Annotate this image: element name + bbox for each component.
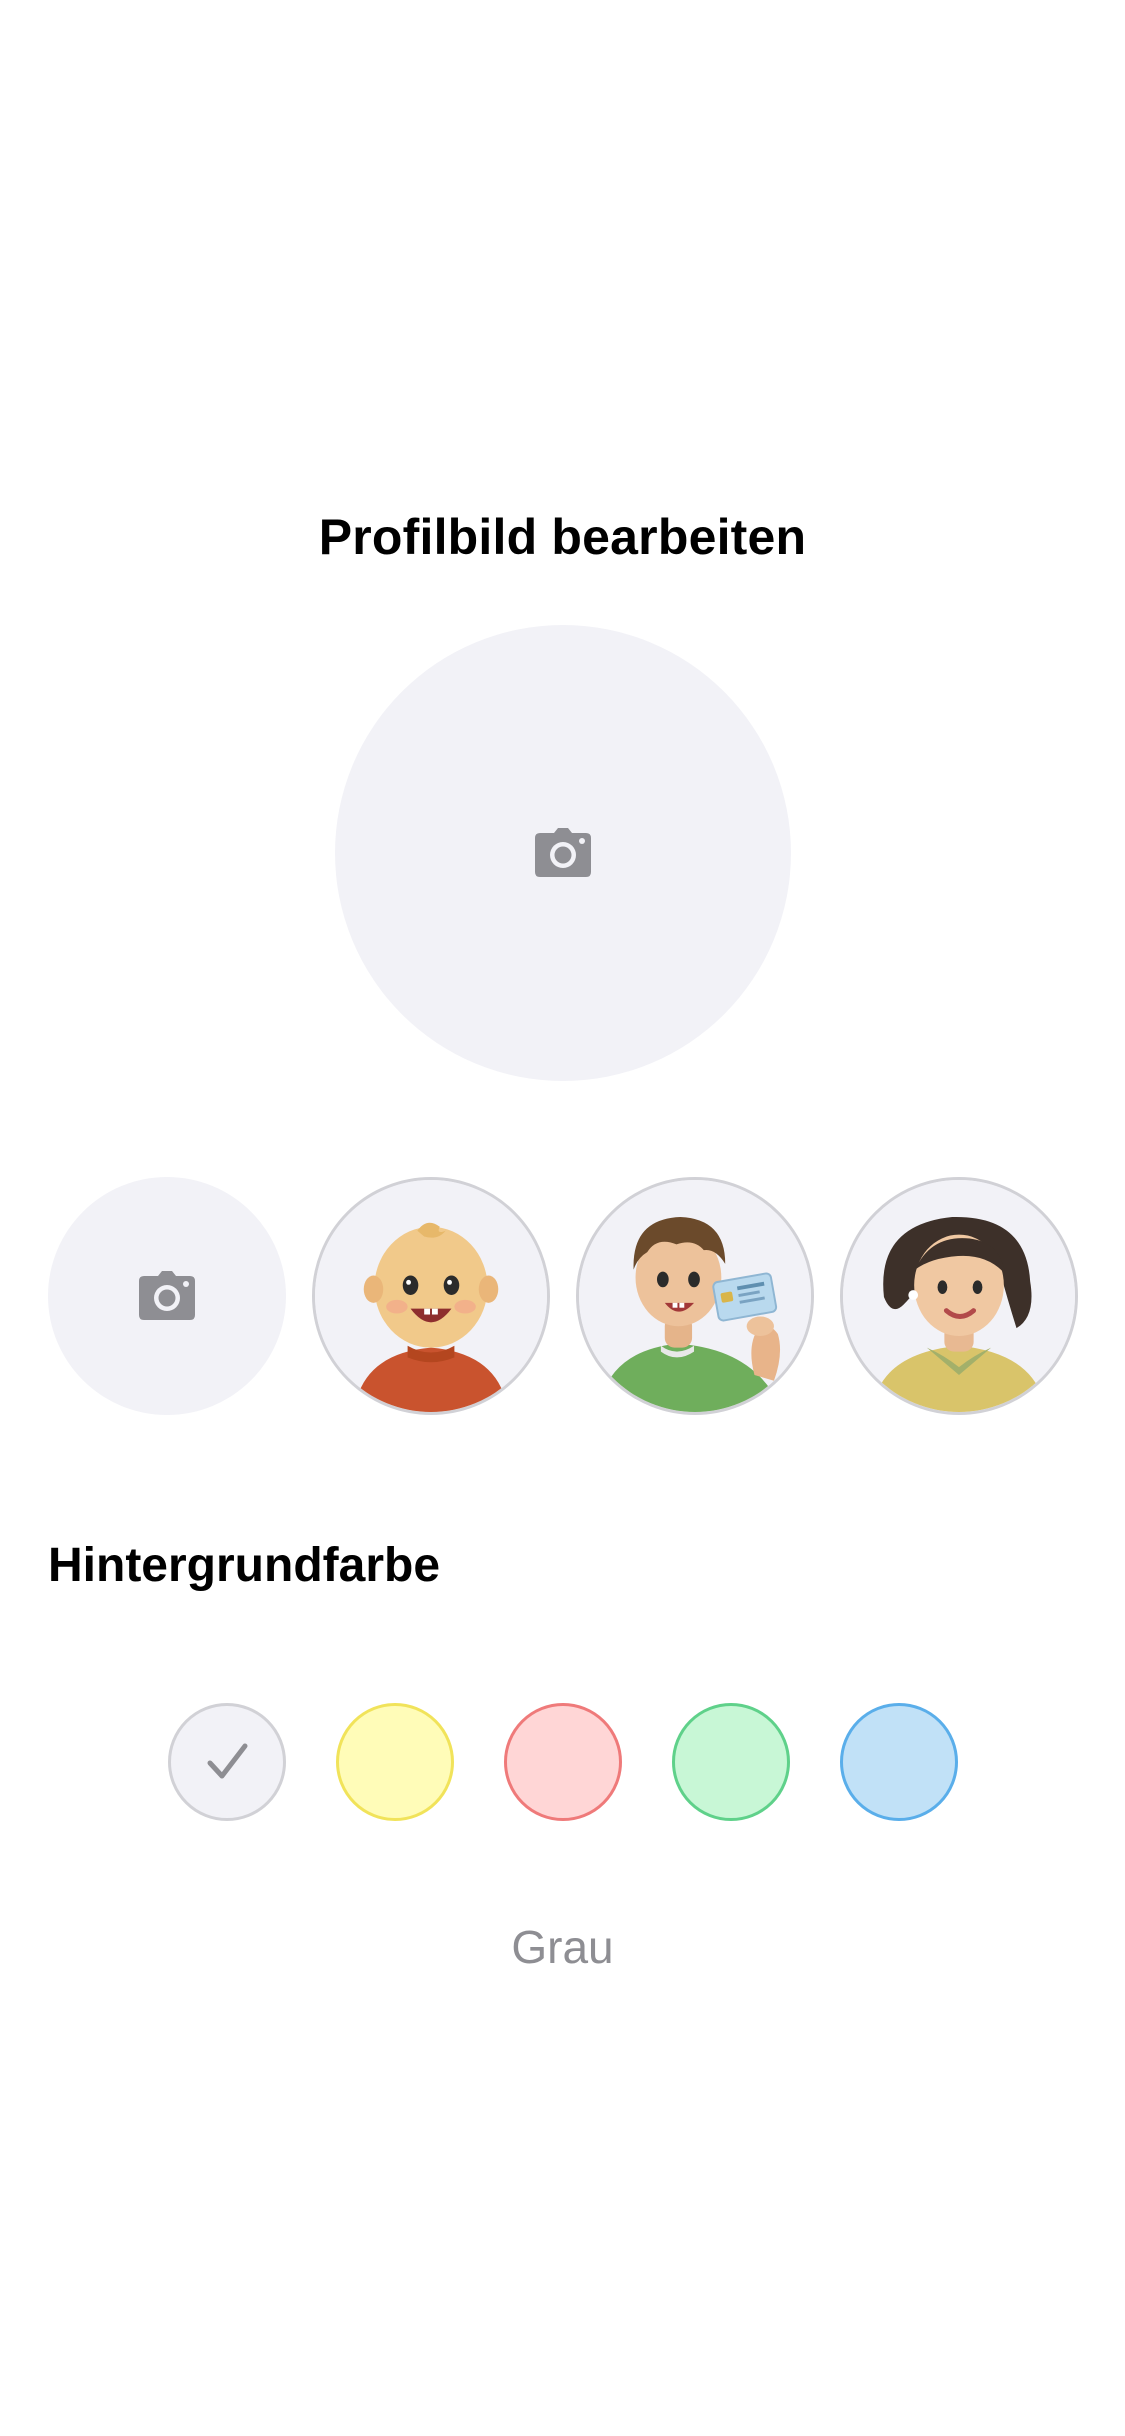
checkmark-icon — [207, 1743, 248, 1779]
avatar-option-camera[interactable] — [48, 1177, 286, 1415]
avatar-option-boy-with-id-card[interactable] — [576, 1177, 814, 1415]
color-swatch-red[interactable] — [504, 1703, 622, 1821]
edit-profile-picture-screen: Profilbild bearbeiten Hintergrundfarbe G… — [0, 0, 1125, 2436]
woman-avatar-icon — [843, 1180, 1075, 1412]
selected-color-label: Grau — [511, 1921, 614, 1973]
avatar-option-woman[interactable] — [840, 1177, 1078, 1415]
avatar-option-baby[interactable] — [312, 1177, 550, 1415]
color-swatch-green[interactable] — [672, 1703, 790, 1821]
color-swatch-gray[interactable] — [168, 1703, 286, 1821]
camera-icon — [535, 828, 591, 877]
background-color-heading: Hintergrundfarbe — [48, 1539, 441, 1592]
color-swatch-yellow[interactable] — [336, 1703, 454, 1821]
baby-avatar-icon — [315, 1180, 547, 1412]
camera-icon — [139, 1271, 195, 1320]
background-color-picker — [0, 1703, 1125, 1825]
boy-with-id-card-avatar-icon — [579, 1180, 811, 1412]
profile-picture-preview[interactable] — [335, 625, 791, 1081]
color-swatch-blue[interactable] — [840, 1703, 958, 1821]
page-title: Profilbild bearbeiten — [318, 509, 807, 565]
avatar-options — [48, 1177, 1125, 1417]
